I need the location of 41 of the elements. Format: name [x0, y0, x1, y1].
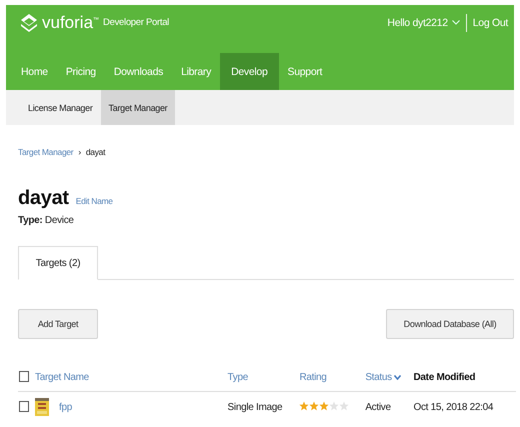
star-icon: [299, 400, 310, 410]
subnav-tab[interactable]: License Manager: [20, 90, 101, 125]
column-header[interactable]: Target Name: [35, 372, 89, 382]
select-all-checkbox[interactable]: [19, 371, 29, 382]
nav-tab[interactable]: Develop: [220, 53, 278, 90]
table-cell: Active: [364, 392, 412, 422]
column-header[interactable]: Date Modified: [414, 372, 476, 382]
logo-text: vuforia$^{™}$: [42, 12, 100, 32]
star-icon: [319, 400, 330, 410]
type-label: Type:: [18, 215, 42, 226]
target-name-link[interactable]: fpp: [59, 402, 72, 412]
column-header[interactable]: Type: [228, 372, 248, 382]
nav-tab[interactable]: Pricing: [56, 53, 105, 90]
add-target-button[interactable]: Add Target: [18, 309, 98, 339]
type-value: Device: [44, 215, 74, 226]
user-menu[interactable]: Hello dyt2212: [387, 16, 460, 28]
breadcrumb-current: dayat: [86, 147, 106, 157]
logo-icon: [20, 12, 38, 32]
column-header[interactable]: Status: [365, 372, 402, 382]
row-checkbox[interactable]: [19, 401, 29, 412]
chevron-icon: [452, 20, 460, 25]
table-cell: Single Image: [226, 392, 298, 422]
logout-link[interactable]: Log Out: [472, 16, 508, 28]
database-name: dayat: [18, 187, 69, 210]
column-header[interactable]: Rating: [299, 372, 327, 382]
subnav-tab[interactable]: Target Manager: [100, 90, 176, 125]
nav-tab[interactable]: Library: [172, 53, 220, 90]
nav-tab[interactable]: Home: [12, 53, 57, 90]
nav-tab[interactable]: Support: [278, 53, 332, 90]
breadcrumb-link[interactable]: Target Manager: [18, 147, 74, 157]
star-icon: [309, 400, 320, 410]
edit-name-link[interactable]: Edit Name: [76, 196, 113, 206]
portal-subtitle: Developer Portal: [103, 17, 169, 28]
download-database-button[interactable]: Download Database (All): [386, 309, 514, 339]
table-cell: Oct 15, 2018 22:04: [412, 392, 516, 422]
breadcrumb-separator: ›: [78, 147, 81, 157]
sort-chevron-icon: [394, 374, 402, 380]
targets-tab[interactable]: Targets (2): [18, 246, 98, 280]
star-icon: [329, 400, 340, 410]
star-icon: [339, 400, 350, 410]
nav-tab[interactable]: Downloads: [104, 53, 172, 90]
